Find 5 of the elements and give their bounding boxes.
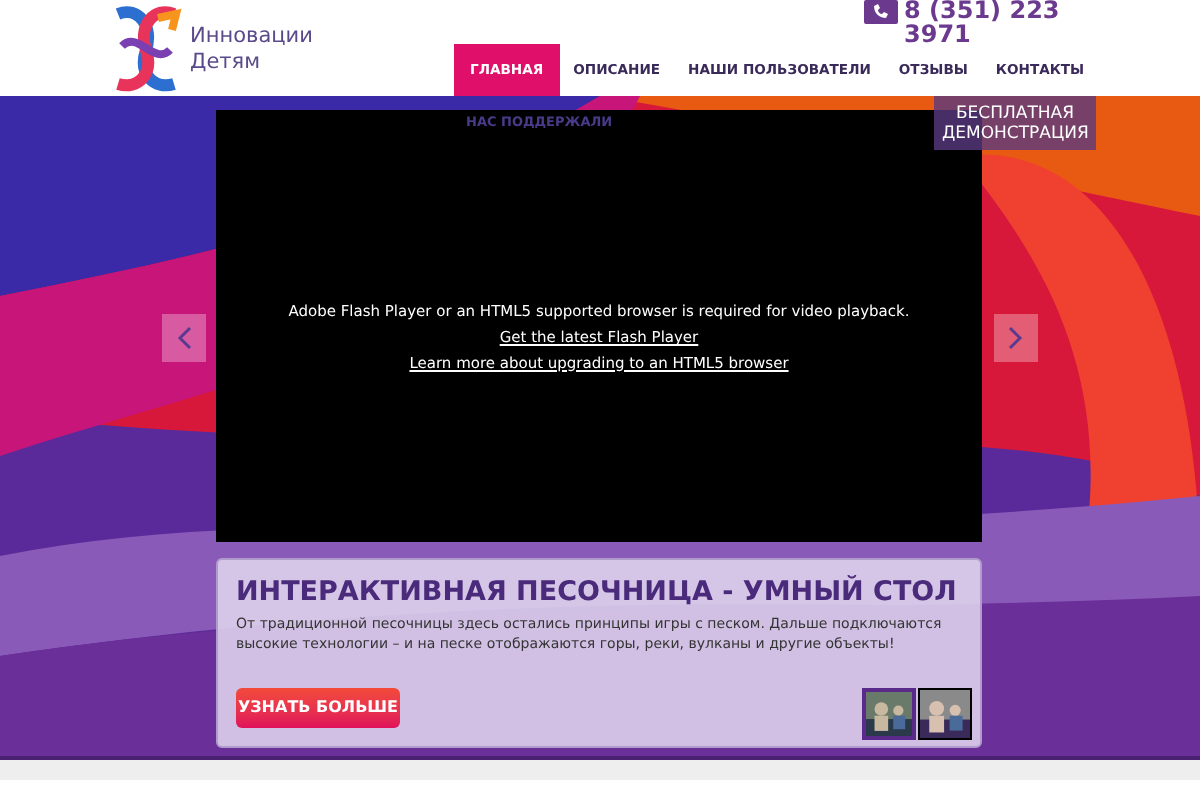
logo-text: Детям — [190, 49, 263, 75]
logo-text: Инновации — [190, 23, 313, 49]
phone-icon — [864, 0, 898, 24]
phone-number[interactable]: 8 (351) 223 3971 — [904, 0, 1088, 46]
logo-icon — [110, 6, 182, 92]
